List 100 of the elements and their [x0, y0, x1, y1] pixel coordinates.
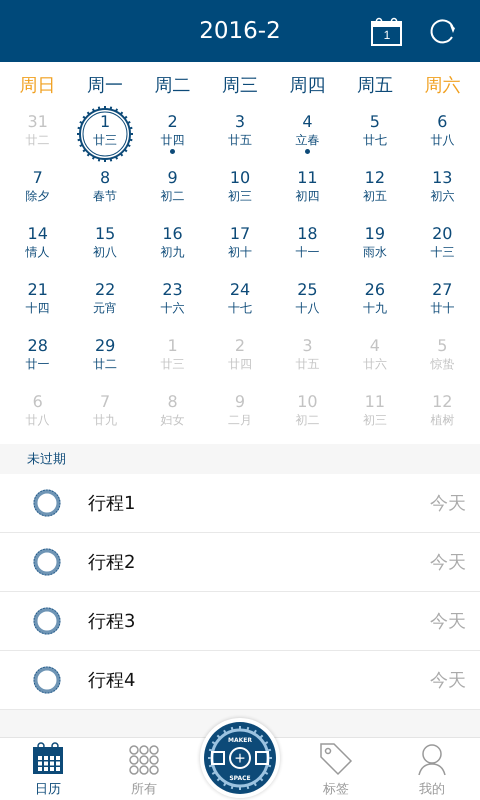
weekday-label: 周五 — [356, 74, 394, 97]
event-date: 今天 — [430, 492, 466, 515]
day-number: 10 — [297, 392, 318, 412]
today-badge-icon — [76, 105, 134, 163]
day-cell[interactable]: 27 廿十 — [408, 276, 476, 332]
day-number: 8 — [100, 168, 110, 188]
day-cell[interactable]: 21 十四 — [4, 276, 72, 332]
day-cell[interactable]: 19 雨水 — [341, 220, 409, 276]
ring-icon — [32, 488, 62, 518]
event-row[interactable]: 行程1 今天 — [0, 474, 480, 533]
day-number: 12 — [432, 392, 452, 412]
lunar-date: 十七 — [228, 300, 252, 316]
day-number: 26 — [364, 280, 386, 300]
day-cell[interactable]: 22 元宵 — [71, 276, 139, 332]
lunar-date: 初五 — [362, 188, 387, 204]
day-cell[interactable]: 12 初五 — [341, 164, 409, 220]
day-number: 15 — [94, 224, 116, 244]
lunar-date: 十九 — [362, 300, 387, 316]
lunar-date: 除夕 — [26, 188, 50, 204]
day-cell[interactable]: 29 廿二 — [71, 332, 139, 388]
calendar-icon — [31, 742, 65, 776]
day-cell[interactable]: 2 廿四 — [138, 108, 206, 164]
day-number: 9 — [167, 168, 178, 188]
event-date: 今天 — [430, 669, 466, 692]
day-number: 5 — [437, 336, 448, 356]
event-row[interactable]: 行程3 今天 — [0, 592, 480, 651]
day-number: 3 — [234, 112, 246, 132]
event-row[interactable]: 行程2 今天 — [0, 533, 480, 592]
tab[interactable]: 日历 — [0, 738, 96, 800]
weekday-label: 周日 — [18, 74, 57, 97]
lunar-date: 初六 — [430, 188, 454, 204]
day-number: 18 — [297, 224, 318, 244]
lunar-date: 廿八 — [26, 412, 50, 428]
day-cell[interactable]: 8 春节 — [71, 164, 139, 220]
lunar-date: 植树 — [430, 412, 454, 428]
day-number: 12 — [364, 168, 386, 188]
weekday-label: 周三 — [220, 74, 259, 97]
weekday-label: 周二 — [154, 74, 192, 97]
day-number: 21 — [28, 280, 48, 300]
tag-icon — [319, 742, 353, 776]
day-number: 16 — [162, 224, 183, 244]
day-cell[interactable]: 5 廿七 — [341, 108, 409, 164]
lunar-date: 十三 — [430, 244, 454, 260]
day-cell[interactable]: 18 十一 — [274, 220, 342, 276]
lunar-date: 立春 — [295, 132, 320, 148]
day-cell[interactable]: 10 初三 — [206, 164, 274, 220]
day-cell[interactable]: 16 初九 — [138, 220, 206, 276]
day-number: 19 — [364, 224, 386, 244]
lunar-date: 廿三 — [160, 356, 185, 372]
day-number: 29 — [94, 336, 116, 356]
lunar-date: 初四 — [295, 188, 320, 204]
day-number: 11 — [364, 392, 386, 412]
lunar-date: 初二 — [295, 412, 320, 428]
day-cell[interactable]: 26 十九 — [341, 276, 409, 332]
lunar-date: 十一 — [295, 244, 320, 260]
lunar-date: 雨水 — [362, 244, 387, 260]
dots-grid-icon — [128, 744, 160, 776]
day-number: 2 — [234, 336, 246, 356]
day-number: 13 — [432, 168, 452, 188]
day-cell[interactable]: 3 廿五 — [206, 108, 274, 164]
lunar-date: 春节 — [93, 188, 118, 204]
day-cell[interactable]: 15 初八 — [71, 220, 139, 276]
lunar-date: 二月 — [228, 412, 252, 428]
day-cell[interactable]: 7 除夕 — [4, 164, 72, 220]
day-number: 4 — [302, 112, 313, 132]
day-cell[interactable]: 1 廿三 — [71, 108, 139, 164]
lunar-date: 十六 — [160, 300, 185, 316]
day-cell[interactable]: 24 十七 — [206, 276, 274, 332]
day-cell[interactable]: 9 初二 — [138, 164, 206, 220]
lunar-date: 初十 — [228, 244, 252, 260]
month-title: 2016-2 — [199, 18, 281, 44]
day-cell[interactable]: 11 初四 — [274, 164, 342, 220]
day-number: 14 — [28, 224, 48, 244]
day-cell[interactable]: 4 立春 — [274, 108, 342, 164]
day-number: 24 — [230, 280, 250, 300]
day-cell[interactable]: 25 十八 — [274, 276, 342, 332]
day-cell[interactable]: 23 十六 — [138, 276, 206, 332]
day-cell[interactable]: 28 廿一 — [4, 332, 72, 388]
weekday-label: 周一 — [86, 74, 124, 97]
day-number: 5 — [370, 112, 380, 132]
day-cell[interactable]: 13 初六 — [408, 164, 476, 220]
event-title: 行程3 — [88, 610, 136, 633]
day-number: 10 — [230, 168, 250, 188]
day-cell[interactable]: 6 廿八 — [408, 108, 476, 164]
event-date: 今天 — [430, 610, 466, 633]
day-number: 1 — [100, 112, 110, 132]
day-number: 27 — [432, 280, 452, 300]
day-number: 1 — [167, 336, 178, 356]
day-cell[interactable]: 17 初十 — [206, 220, 274, 276]
lunar-date: 廿七 — [362, 132, 387, 148]
day-cell[interactable]: 20 十三 — [408, 220, 476, 276]
day-cell[interactable]: 14 情人 — [4, 220, 72, 276]
day-number: 20 — [432, 224, 452, 244]
lunar-date: 初九 — [160, 244, 185, 260]
day-number: 22 — [94, 280, 116, 300]
event-title: 行程1 — [88, 492, 136, 515]
lunar-date: 十八 — [295, 300, 320, 316]
day-number: 23 — [162, 280, 183, 300]
lunar-date: 廿九 — [93, 412, 118, 428]
day-number: 3 — [302, 336, 313, 356]
